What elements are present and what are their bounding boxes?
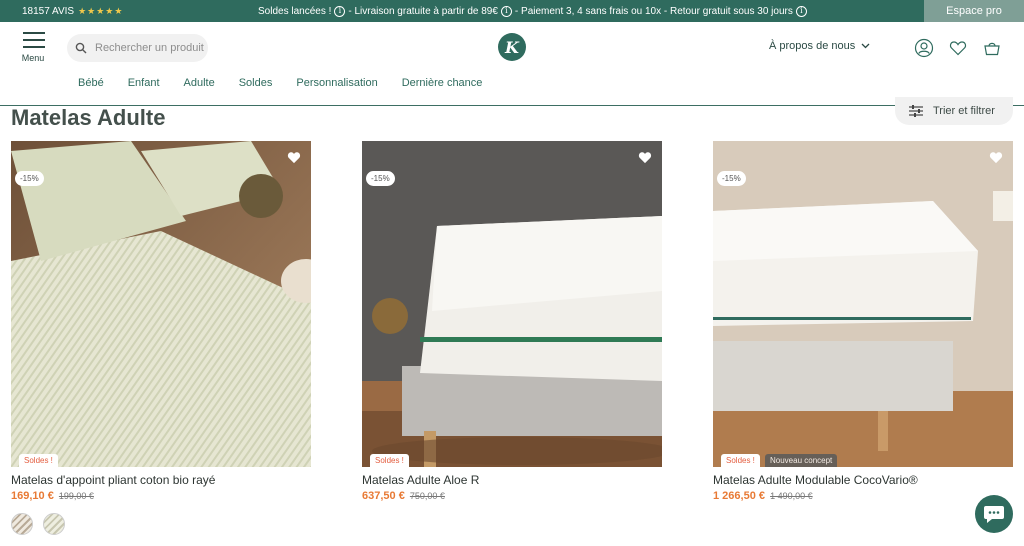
nav-item-personnalisation[interactable]: Personnalisation <box>296 77 377 89</box>
color-swatch-beige[interactable] <box>11 513 33 535</box>
user-icon[interactable] <box>914 38 934 58</box>
product-image[interactable]: -15% Soldes ! <box>11 141 311 467</box>
favorite-heart-icon[interactable] <box>287 151 301 164</box>
promo-text-sale: Soldes lancées ! <box>258 5 332 17</box>
discount-badge: -15% <box>366 171 395 186</box>
current-price: 1 266,50 € <box>713 490 765 502</box>
discount-badge: -15% <box>15 171 44 186</box>
promo-message: Soldes lancées ! i - Livraison gratuite … <box>258 0 807 22</box>
aloe-mattress-image <box>362 141 662 467</box>
about-label: À propos de nous <box>769 40 856 52</box>
page-title: Matelas Adulte <box>11 105 166 130</box>
product-card[interactable]: -15% Soldes ! Nouveau concept Matelas Ad… <box>713 141 1013 502</box>
folding-mattress-image <box>11 141 311 467</box>
reviews-count: 18157 AVIS <box>22 5 75 17</box>
current-price: 169,10 € <box>11 490 54 502</box>
product-price: 169,10 € 199,00 € <box>11 490 311 502</box>
discount-badge: -15% <box>717 171 746 186</box>
nav-item-bebe[interactable]: Bébé <box>78 77 104 89</box>
old-price: 1 490,00 € <box>770 491 813 501</box>
info-icon[interactable]: i <box>795 5 807 17</box>
sale-badge: Soldes ! <box>370 454 409 467</box>
product-image[interactable]: -15% Soldes ! Nouveau concept <box>713 141 1013 467</box>
old-price: 199,00 € <box>58 491 94 501</box>
product-price: 1 266,50 € 1 490,00 € <box>713 490 1013 502</box>
info-icon[interactable]: i <box>334 5 346 17</box>
sort-filter-button[interactable]: Trier et filtrer <box>895 97 1013 125</box>
sale-badge: Soldes ! <box>19 454 58 467</box>
product-name[interactable]: Matelas Adulte Aloe R <box>362 473 662 487</box>
promo-text-payment: - Paiement 3, 4 sans frais ou 10x - Reto… <box>514 5 793 17</box>
product-card[interactable]: -15% Soldes ! Matelas d'appoint pliant c… <box>11 141 311 502</box>
nav-item-adulte[interactable]: Adulte <box>184 77 215 89</box>
product-name[interactable]: Matelas Adulte Modulable CocoVario® <box>713 473 1013 487</box>
menu-button[interactable]: Menu <box>22 32 46 63</box>
product-price: 637,50 € 750,00 € <box>362 490 662 502</box>
search-bar[interactable] <box>67 34 208 62</box>
product-name[interactable]: Matelas d'appoint pliant coton bio rayé <box>11 473 311 487</box>
filter-label: Trier et filtrer <box>933 105 995 117</box>
filter-sliders-icon <box>909 105 923 117</box>
nav-item-derniere-chance[interactable]: Dernière chance <box>402 77 483 89</box>
cocovario-mattress-image <box>713 141 1013 467</box>
favorite-heart-icon[interactable] <box>989 151 1003 164</box>
old-price: 750,00 € <box>409 491 445 501</box>
info-icon[interactable]: i <box>500 5 512 17</box>
chat-bubble-icon <box>984 506 1004 523</box>
brand-logo[interactable]: K <box>498 33 526 61</box>
product-card[interactable]: -15% Soldes ! Matelas Adulte Aloe R 637,… <box>362 141 662 502</box>
chat-button[interactable] <box>975 495 1013 533</box>
pro-space-button[interactable]: Espace pro <box>924 0 1024 22</box>
favorite-heart-icon[interactable] <box>638 151 652 164</box>
promo-text-delivery: - Livraison gratuite à partir de 89€ <box>348 5 498 17</box>
search-input[interactable] <box>95 42 205 54</box>
sale-badge: Soldes ! <box>721 454 760 467</box>
rating-stars-icon: ★★★★★ <box>78 5 124 16</box>
menu-label: Menu <box>21 53 45 63</box>
about-dropdown[interactable]: À propos de nous <box>769 40 870 52</box>
site-header: Menu K À propos de nous Bébé Enfant Adul… <box>0 22 1024 106</box>
nav-item-enfant[interactable]: Enfant <box>128 77 160 89</box>
announcement-bar: 18157 AVIS ★★★★★ Soldes lancées ! i - Li… <box>0 0 1024 22</box>
hamburger-icon <box>22 32 46 48</box>
search-icon <box>75 42 87 54</box>
nav-item-soldes[interactable]: Soldes <box>239 77 273 89</box>
basket-icon[interactable] <box>982 38 1002 58</box>
color-swatch-sage[interactable] <box>43 513 65 535</box>
product-image[interactable]: -15% Soldes ! <box>362 141 662 467</box>
new-concept-badge: Nouveau concept <box>765 454 838 467</box>
main-nav: Bébé Enfant Adulte Soldes Personnalisati… <box>78 77 506 89</box>
color-swatches <box>11 513 65 535</box>
reviews-summary[interactable]: 18157 AVIS ★★★★★ <box>22 0 123 22</box>
heart-icon[interactable] <box>948 38 968 58</box>
current-price: 637,50 € <box>362 490 405 502</box>
chevron-down-icon <box>861 43 870 49</box>
